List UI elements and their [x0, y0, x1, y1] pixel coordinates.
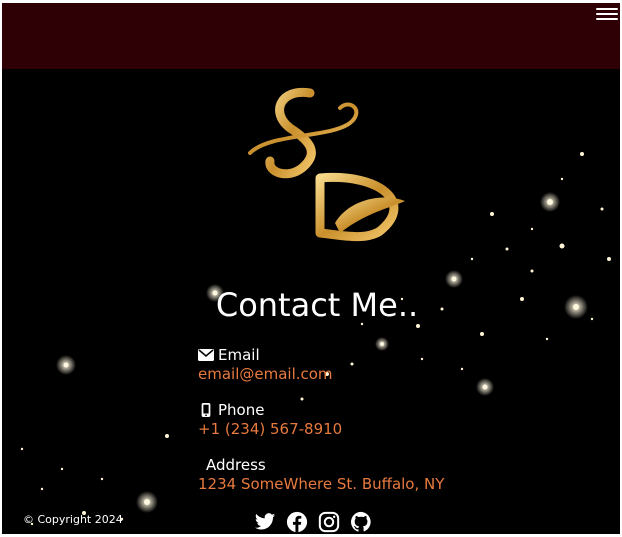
- facebook-icon[interactable]: [286, 511, 308, 533]
- phone-block: Phone +1 (234) 567-8910: [198, 401, 342, 438]
- email-block: Email email@email.com: [198, 346, 333, 383]
- address-block: Address 1234 SomeWhere St. Buffalo, NY: [198, 456, 444, 493]
- page-frame: Contact Me.. Email email@email.com Phone…: [2, 3, 620, 534]
- instagram-icon[interactable]: [318, 511, 340, 533]
- mobile-phone-icon: [201, 403, 211, 417]
- address-link[interactable]: 1234 SomeWhere St. Buffalo, NY: [198, 475, 444, 493]
- github-icon[interactable]: [350, 511, 372, 533]
- hamburger-menu-icon[interactable]: [596, 5, 618, 23]
- email-link[interactable]: email@email.com: [198, 365, 333, 383]
- email-label: Email: [218, 346, 260, 364]
- top-navbar: [2, 3, 620, 69]
- copyright-text: © Copyright 2024: [23, 513, 123, 526]
- address-label: Address: [206, 456, 266, 474]
- twitter-icon[interactable]: [254, 511, 276, 533]
- envelope-icon: [198, 349, 214, 361]
- social-links: [254, 511, 372, 533]
- phone-label: Phone: [218, 401, 265, 419]
- sd-logo: [248, 87, 405, 242]
- contact-title: Contact Me..: [215, 286, 419, 324]
- phone-link[interactable]: +1 (234) 567-8910: [198, 420, 342, 438]
